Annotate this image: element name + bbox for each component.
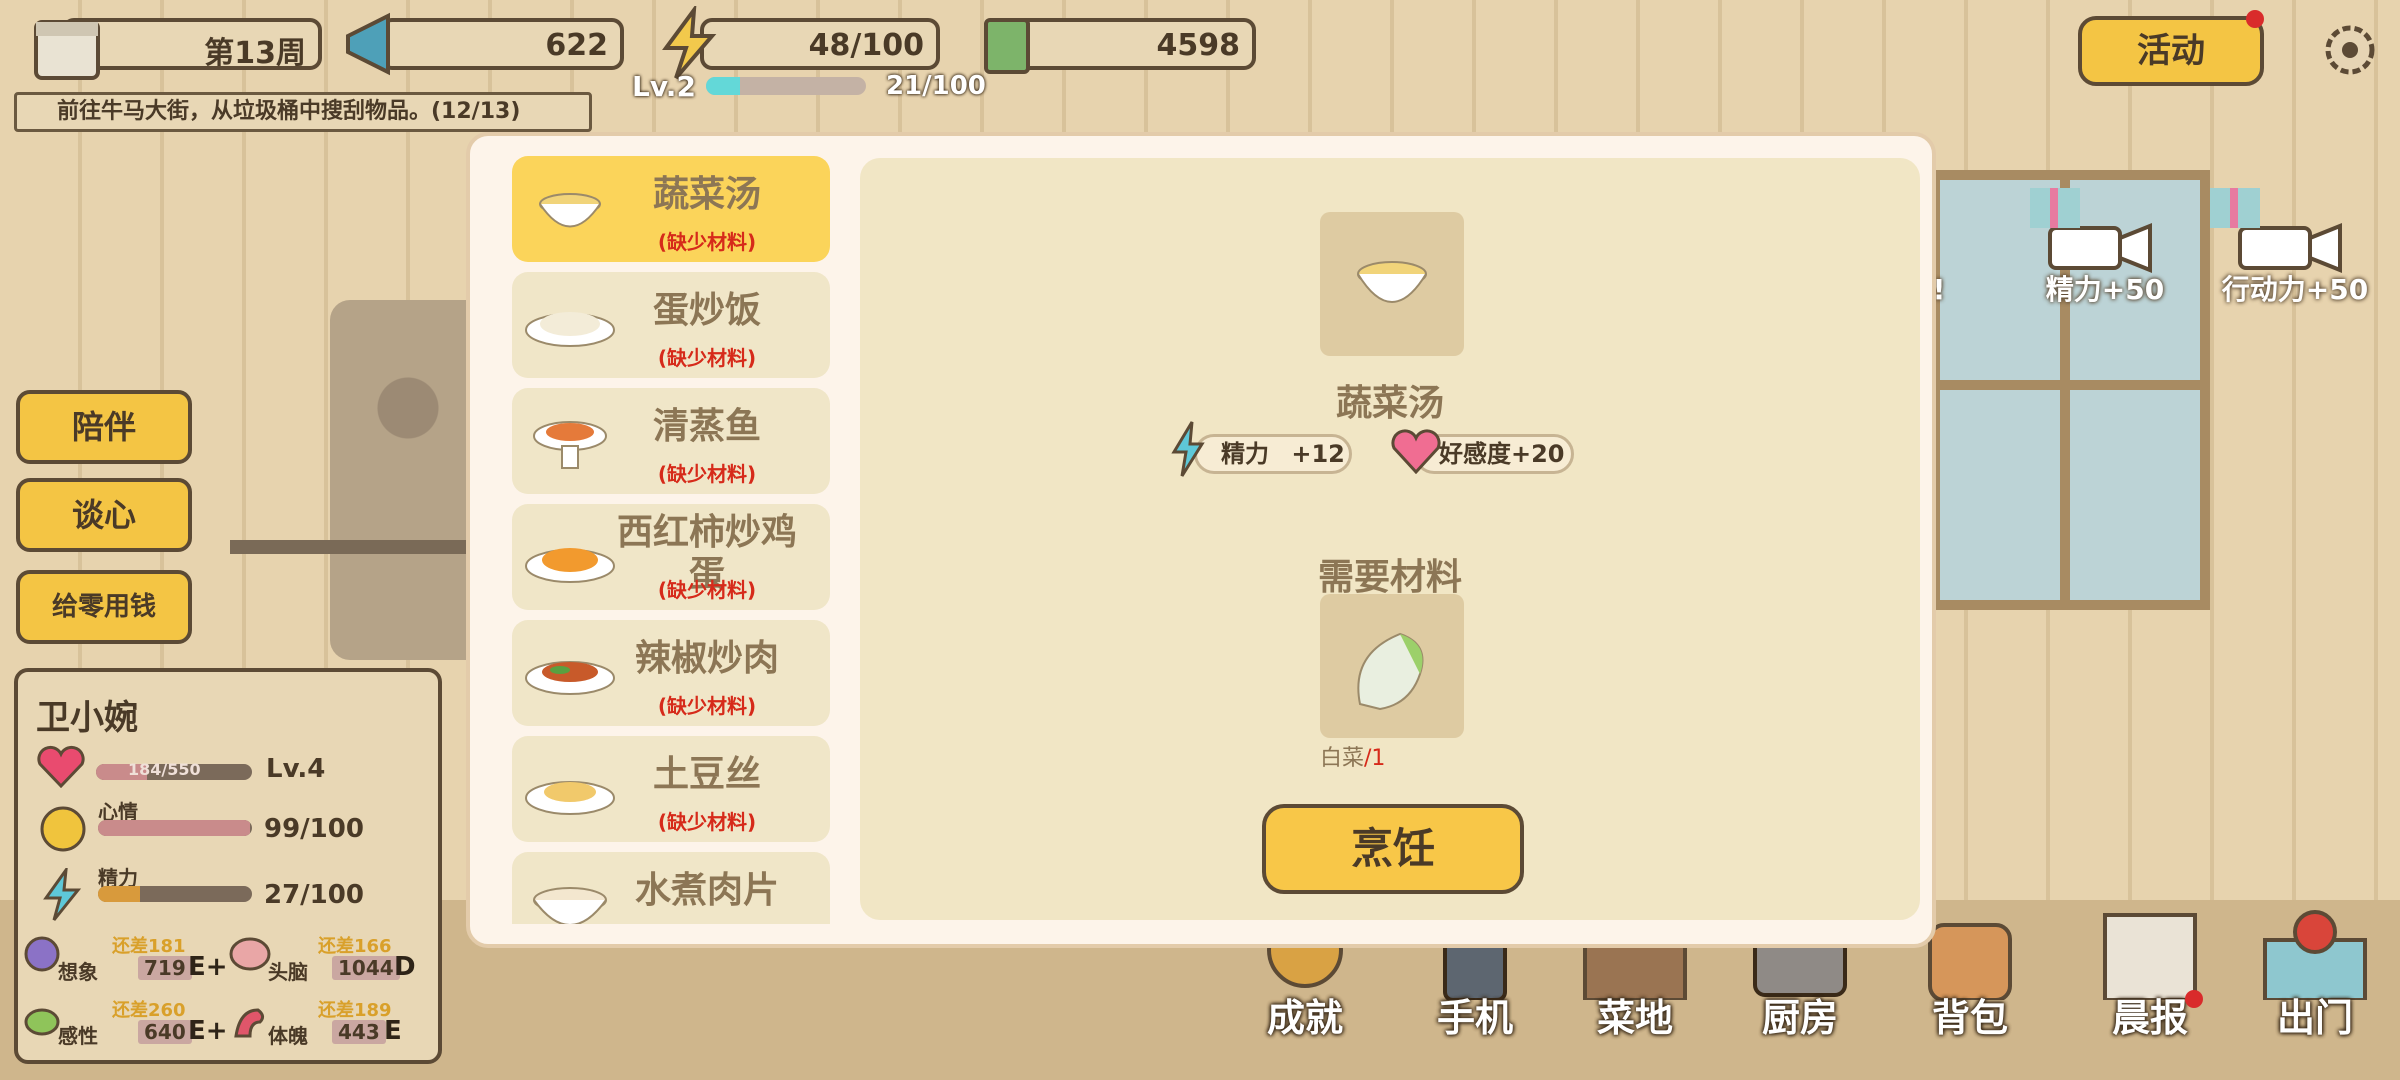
recipe-name: 辣椒炒肉 <box>634 638 779 679</box>
accompany-button[interactable]: 陪伴 <box>16 390 192 464</box>
muscle-icon <box>234 1008 265 1038</box>
recipe-status: (缺少材料) <box>657 346 757 370</box>
attr-diff: 还差166 <box>318 936 392 957</box>
recipe-item-tomato-egg[interactable]: 西红柿炒鸡蛋 (缺少材料) <box>512 504 830 610</box>
nav-go-out[interactable]: 出门 <box>2240 900 2390 1050</box>
energy-counter: 48/100 <box>700 18 940 70</box>
heart-icon <box>1391 429 1441 474</box>
recipe-name: 蛋炒饭 <box>652 290 761 331</box>
quest-tracker[interactable]: 前往牛马大街，从垃圾桶中搜刮物品。(12/13) <box>14 92 592 132</box>
attr-value: 1044 <box>332 956 400 980</box>
material-slot[interactable] <box>1320 594 1464 738</box>
recipe-item-steamed-fish[interactable]: 清蒸鱼 (缺少材料) <box>512 388 830 494</box>
attr-diff: 还差260 <box>112 1000 186 1021</box>
imagination-icon <box>24 936 60 972</box>
nav-morning-news[interactable]: 晨报 <box>2075 900 2225 1050</box>
recipe-name: 蔬菜汤 <box>652 174 761 215</box>
broadcast-counter: 622 <box>380 18 624 70</box>
affection-text: 184/550 <box>128 760 201 779</box>
reward-item-2[interactable]: 精力+50 <box>2010 168 2200 318</box>
heart-talk-button[interactable]: 谈心 <box>16 478 192 552</box>
character-panel: 卫小婉 184/550 Lv.4 心情 99/100 精力 27/100 还差1… <box>14 668 442 1064</box>
recipe-status: (缺少材料) <box>657 230 757 254</box>
energy-bar <box>98 886 252 902</box>
recipe-name: 清蒸鱼 <box>652 406 761 447</box>
xp-text: 21/100 <box>885 71 986 101</box>
attr-value: 640 <box>138 1020 192 1044</box>
mood-bar <box>98 820 252 836</box>
recipe-list[interactable]: 蔬菜汤 (缺少材料) 蛋炒饭 (缺少材料) 清蒸鱼 (缺少材料) 西红柿炒鸡蛋 … <box>512 156 834 924</box>
recipe-status: (缺少材料) <box>657 578 757 602</box>
character-level: Lv.4 <box>266 754 326 784</box>
attr-grade: D <box>394 952 416 982</box>
video-camera-icon <box>2030 188 2152 273</box>
materials-title: 需要材料 <box>1317 557 1462 598</box>
attr-diff: 还差181 <box>112 936 186 957</box>
attr-value: 443 <box>332 1020 386 1044</box>
recipe-name: 水煮肉片 <box>634 870 779 911</box>
newspaper-icon <box>2103 913 2197 1002</box>
notification-dot <box>2185 990 2203 1008</box>
map-pin-icon <box>2263 910 2367 1002</box>
settings-gear-icon[interactable] <box>2320 20 2380 80</box>
energy-effect: 精力 +12 <box>1194 434 1352 474</box>
mood-value: 99/100 <box>264 814 364 844</box>
smiley-icon <box>40 806 86 852</box>
activity-button[interactable]: 活动 <box>2078 16 2264 86</box>
reward-label: 精力+50 <box>2045 273 2165 306</box>
recipe-status: (缺少材料) <box>657 694 757 718</box>
attr-name: 感性 <box>58 1024 98 1048</box>
calendar-icon <box>28 8 108 84</box>
recipe-status: (缺少材料) <box>657 810 757 834</box>
attr-name: 体魄 <box>268 1024 308 1048</box>
soup-bowl-icon <box>1357 261 1427 303</box>
recipe-item-vegetable-soup[interactable]: 蔬菜汤 (缺少材料) <box>512 156 830 262</box>
cash-icon <box>978 10 1038 80</box>
cooking-modal: 蔬菜汤 (缺少材料) 蛋炒饭 (缺少材料) 清蒸鱼 (缺少材料) 西红柿炒鸡蛋 … <box>466 132 1936 948</box>
brain-icon <box>229 937 271 971</box>
xp-bar-fill <box>705 77 740 95</box>
notification-dot <box>2246 10 2264 28</box>
lightning-icon <box>1171 421 1205 477</box>
xp-bar <box>705 77 866 95</box>
lightning-icon <box>43 868 82 921</box>
pocket-money-button[interactable]: 给零用钱 <box>16 570 192 644</box>
heart-icon <box>37 745 85 788</box>
attr-name: 头脑 <box>268 960 308 984</box>
attr-grade: E <box>384 1016 402 1046</box>
recipe-name: 土豆丝 <box>652 754 761 795</box>
dish-title: 蔬菜汤 <box>1335 383 1444 424</box>
recipe-item-egg-fried-rice[interactable]: 蛋炒饭 (缺少材料) <box>512 272 830 378</box>
attr-name: 想象 <box>58 960 98 984</box>
leaf-icon <box>24 1008 60 1036</box>
attr-grade: E+ <box>188 952 228 982</box>
attr-grade: E+ <box>188 1016 228 1046</box>
cabbage-icon <box>1357 632 1424 711</box>
dish-preview <box>1320 212 1464 356</box>
megaphone-icon <box>336 6 416 82</box>
money-counter: 4598 <box>1010 18 1256 70</box>
video-camera-icon <box>2210 188 2342 273</box>
reward-label: 行动力+50 <box>2221 273 2369 306</box>
material-label: 白菜/1 <box>1320 746 1386 771</box>
attr-value: 719 <box>138 956 192 980</box>
attr-diff: 还差189 <box>318 1000 392 1021</box>
recipe-item-boiled-pork[interactable]: 水煮肉片 <box>512 852 830 924</box>
reward-item-3[interactable]: 行动力+50 <box>2200 168 2390 318</box>
character-name: 卫小婉 <box>36 698 138 738</box>
level-progress: Lv.2 21/100 <box>632 68 986 104</box>
cook-button[interactable]: 烹饪 <box>1262 804 1524 894</box>
level-label: Lv.2 <box>632 69 696 103</box>
recipe-detail: 蔬菜汤 精力 +12 好感度+20 需要材料 白菜/1 烹饪 <box>860 158 1920 920</box>
recipe-status: (缺少材料) <box>657 462 757 486</box>
recipe-item-potato-strips[interactable]: 土豆丝 (缺少材料) <box>512 736 830 842</box>
recipe-item-chili-pork[interactable]: 辣椒炒肉 (缺少材料) <box>512 620 830 726</box>
energy-value: 27/100 <box>264 880 364 910</box>
